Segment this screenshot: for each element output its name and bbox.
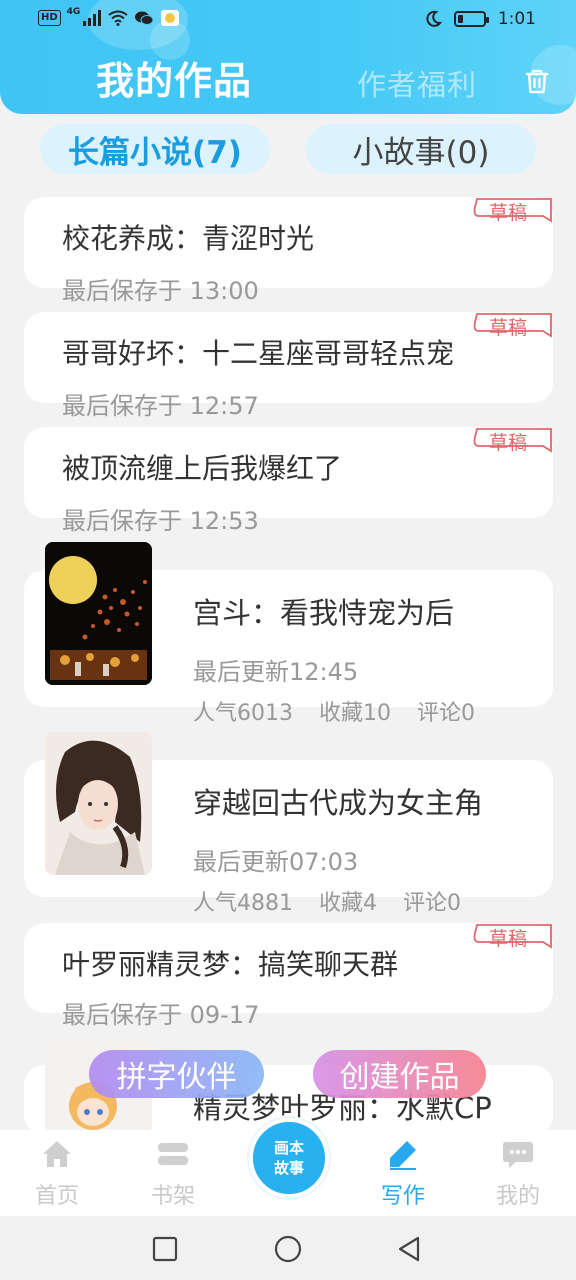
battery-icon bbox=[453, 11, 489, 27]
last-updated: 最后更新12:45 bbox=[193, 658, 359, 686]
battery-level bbox=[457, 15, 463, 23]
wifi-icon bbox=[108, 10, 128, 26]
trash-icon[interactable] bbox=[522, 66, 552, 96]
last-saved: 最后保存于 13:00 bbox=[62, 277, 259, 305]
draft-badge: 草稿 bbox=[473, 312, 553, 340]
nav-label: 写作 bbox=[380, 1184, 425, 1209]
hd-badge: HD bbox=[38, 10, 61, 26]
nav-write[interactable]: 写作 bbox=[363, 1130, 443, 1216]
status-time: 1:01 bbox=[497, 9, 536, 29]
back-icon[interactable] bbox=[396, 1235, 422, 1263]
nav-label: 书架 bbox=[150, 1184, 195, 1209]
pencil-icon bbox=[390, 1141, 416, 1170]
work-title: 叶罗丽精灵梦：搞笑聊天群 bbox=[62, 948, 399, 981]
draft-card[interactable]: 草稿 哥哥好坏：十二星座哥哥轻点宠 最后保存于 12:57 bbox=[24, 312, 553, 420]
page-title: 我的作品 bbox=[96, 59, 253, 103]
status-bar: HD 4G 1:01 bbox=[0, 0, 576, 40]
nav-mine[interactable]: 我的 bbox=[478, 1130, 558, 1216]
draft-card[interactable]: 草稿 被顶流缠上后我爆红了 最后保存于 12:53 bbox=[24, 427, 553, 535]
comments-count: 评论0 bbox=[417, 701, 475, 726]
work-title: 穿越回古代成为女主角 bbox=[193, 786, 484, 820]
network-type: 4G bbox=[66, 7, 81, 17]
favorites-count: 收藏10 bbox=[319, 701, 391, 726]
recents-icon[interactable] bbox=[152, 1236, 178, 1262]
draft-card[interactable]: 草稿 校花养成：青涩时光 最后保存于 13:00 bbox=[24, 197, 553, 305]
header-bar: HD 4G 1:01 我的作品 作者福利 bbox=[0, 0, 576, 114]
picture-story-button[interactable]: 画本 故事 bbox=[249, 1118, 329, 1198]
system-nav-bar bbox=[0, 1216, 576, 1280]
last-saved: 最后保存于 09-17 bbox=[62, 1001, 260, 1029]
draft-badge: 草稿 bbox=[473, 197, 553, 225]
picture-story-line2: 故事 bbox=[273, 1159, 304, 1177]
signal-icon bbox=[83, 10, 102, 26]
app-notification-icon bbox=[161, 10, 180, 26]
work-title: 哥哥好坏：十二星座哥哥轻点宠 bbox=[62, 337, 455, 370]
favorites-count: 收藏4 bbox=[319, 891, 377, 916]
bookshelf-icon bbox=[158, 1143, 188, 1165]
book-cover-image[interactable] bbox=[45, 732, 152, 875]
work-title: 校花养成：青涩时光 bbox=[62, 222, 315, 255]
writing-partner-button[interactable]: 拼字伙伴 bbox=[89, 1050, 264, 1098]
last-updated: 最后更新07:03 bbox=[193, 848, 359, 876]
work-stats: 人气6013 收藏10 评论0 bbox=[193, 695, 475, 727]
home-icon bbox=[43, 1141, 71, 1167]
nav-label: 我的 bbox=[495, 1184, 540, 1209]
book-cover-image[interactable] bbox=[45, 542, 152, 685]
draft-badge: 草稿 bbox=[473, 923, 553, 951]
comments-count: 评论0 bbox=[403, 891, 461, 916]
tab-short-story[interactable]: 小故事(0) bbox=[306, 124, 536, 174]
last-saved: 最后保存于 12:57 bbox=[62, 392, 259, 420]
work-title: 宫斗：看我恃宠为后 bbox=[193, 596, 455, 630]
tab-long-novel[interactable]: 长篇小说(7) bbox=[40, 124, 270, 174]
chat-bubble-icon bbox=[503, 1142, 533, 1168]
nav-bookshelf[interactable]: 书架 bbox=[133, 1130, 213, 1216]
home-button-icon[interactable] bbox=[274, 1235, 302, 1263]
nav-label: 首页 bbox=[34, 1184, 79, 1209]
create-work-button[interactable]: 创建作品 bbox=[313, 1050, 486, 1098]
nav-home[interactable]: 首页 bbox=[17, 1130, 97, 1216]
work-stats: 人气4881 收藏4 评论0 bbox=[193, 885, 461, 917]
picture-story-line1: 画本 bbox=[273, 1139, 304, 1157]
author-welfare-link[interactable]: 作者福利 bbox=[357, 62, 477, 104]
wechat-icon bbox=[135, 11, 154, 25]
popularity-count: 人气4881 bbox=[193, 891, 293, 916]
draft-card[interactable]: 草稿 叶罗丽精灵梦：搞笑聊天群 最后保存于 09-17 bbox=[24, 923, 553, 1029]
popularity-count: 人气6013 bbox=[193, 701, 293, 726]
moon-icon bbox=[426, 10, 442, 27]
work-title: 被顶流缠上后我爆红了 bbox=[62, 452, 343, 485]
last-saved: 最后保存于 12:53 bbox=[62, 507, 259, 535]
draft-badge: 草稿 bbox=[473, 427, 553, 455]
